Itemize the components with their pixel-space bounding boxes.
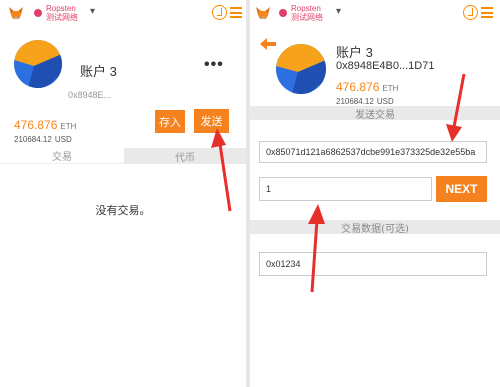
- network-subtitle: 测试网络: [46, 13, 78, 22]
- empty-state: 没有交易。: [95, 204, 151, 217]
- network-dot-icon: [34, 9, 42, 17]
- account-address[interactable]: 0x8948E4B0...1D71: [336, 60, 434, 72]
- network-name: Ropsten: [46, 4, 76, 13]
- eth-balance: 476.876: [14, 118, 58, 132]
- annotation-arrow: [308, 204, 325, 293]
- metamask-fox-icon[interactable]: [255, 6, 271, 20]
- send-section-header: 发送交易: [250, 106, 500, 121]
- tab-transactions[interactable]: 交易: [0, 148, 124, 164]
- network-name: Ropsten: [291, 4, 321, 13]
- eth-balance: 476.876: [336, 80, 380, 94]
- more-icon[interactable]: •••: [204, 56, 224, 74]
- top-bar: Ropsten 测试网络 ▾: [250, 0, 500, 26]
- annotation-arrow: [211, 128, 232, 212]
- data-section-header: 交易数据(可选): [250, 220, 500, 235]
- wallet-home-panel: Ropsten 测试网络 ▾ 账户 3 0x8948E... ••• 476.8…: [0, 0, 246, 387]
- eth-unit: ETH: [60, 122, 77, 131]
- transaction-data-input[interactable]: 0x01234: [259, 252, 487, 276]
- network-subtitle: 测试网络: [291, 13, 323, 22]
- send-button[interactable]: 发送: [194, 109, 229, 133]
- account-address[interactable]: 0x8948E...: [68, 90, 111, 100]
- top-bar: Ropsten 测试网络 ▾: [0, 0, 246, 26]
- back-arrow-icon[interactable]: [260, 38, 276, 50]
- hamburger-menu-icon[interactable]: [230, 7, 242, 18]
- tab-tokens[interactable]: 代币: [124, 148, 246, 164]
- recipient-address-input[interactable]: 0x85071d121a6862537dcbe991e373325de32e55…: [259, 141, 487, 163]
- usd-balance: 210684.12: [14, 135, 52, 144]
- sync-icon[interactable]: [463, 5, 478, 20]
- eth-unit: ETH: [382, 84, 399, 93]
- balance: 476.876 ETH 210684.12 USD: [336, 78, 398, 106]
- deposit-button[interactable]: 存入: [155, 110, 185, 133]
- account-avatar-icon: [14, 40, 62, 88]
- chevron-down-icon[interactable]: ▾: [90, 6, 95, 17]
- send-transaction-panel: Ropsten 测试网络 ▾ 账户 3 0x8948E4B0...1D71 47…: [250, 0, 500, 387]
- metamask-fox-icon[interactable]: [8, 6, 24, 20]
- sync-icon[interactable]: [212, 5, 227, 20]
- account-name: 账户 3: [336, 45, 373, 60]
- balance: 476.876 ETH 210684.12 USD: [14, 116, 76, 144]
- account-avatar-icon: [276, 44, 326, 94]
- amount-input[interactable]: 1: [259, 177, 432, 201]
- account-name: 账户 3: [80, 64, 117, 79]
- network-selector[interactable]: Ropsten 测试网络: [291, 4, 323, 22]
- next-button[interactable]: NEXT: [436, 176, 487, 202]
- chevron-down-icon[interactable]: ▾: [336, 6, 341, 17]
- tab-bar: 交易 代币: [0, 148, 246, 164]
- usd-unit: USD: [54, 135, 72, 144]
- network-dot-icon: [279, 9, 287, 17]
- hamburger-menu-icon[interactable]: [481, 7, 493, 18]
- network-selector[interactable]: Ropsten 测试网络: [46, 4, 78, 22]
